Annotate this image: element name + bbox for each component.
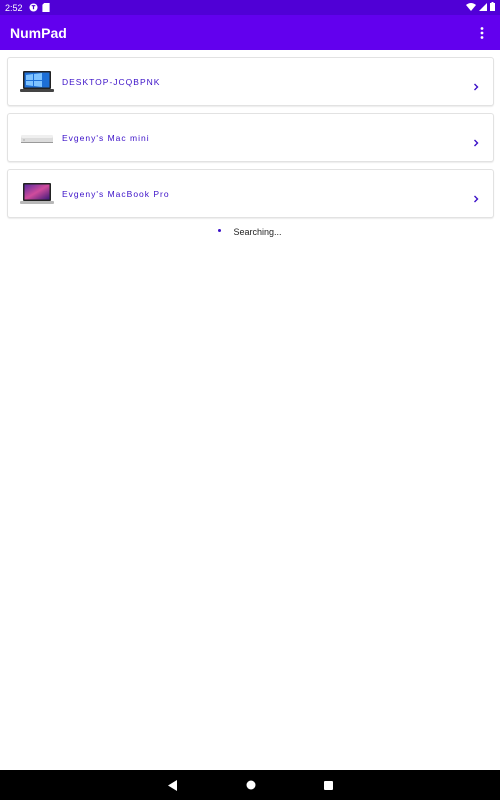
searching-indicator: Searching...: [0, 226, 500, 238]
device-item-macbook-pro[interactable]: Evgeny's MacBook Pro: [7, 169, 494, 218]
searching-label: Searching...: [233, 227, 282, 237]
battery-icon: [490, 2, 495, 13]
back-icon[interactable]: [167, 779, 178, 791]
chevron-right-icon: [471, 133, 481, 146]
windows-laptop-icon: [20, 70, 54, 93]
device-name: DESKTOP-JCQBPNK: [62, 76, 161, 87]
status-bar: 2:52: [0, 0, 500, 15]
wifi-icon: [466, 2, 476, 13]
device-list: DESKTOP-JCQBPNK Evgeny's Mac mini Evgeny…: [7, 57, 494, 225]
device-item-mac-mini[interactable]: Evgeny's Mac mini: [7, 113, 494, 162]
sd-card-icon: [41, 3, 51, 12]
app-bar: NumPad: [0, 15, 500, 50]
macbook-pro-icon: [20, 182, 54, 205]
more-vert-icon[interactable]: [474, 23, 490, 43]
navigation-bar: [0, 770, 500, 800]
translate-icon: [28, 3, 38, 12]
device-item-desktop[interactable]: DESKTOP-JCQBPNK: [7, 57, 494, 106]
progress-spinner: [218, 228, 222, 232]
chevron-right-icon: [471, 77, 481, 90]
mac-mini-icon: [20, 127, 54, 149]
signal-icon: [479, 2, 487, 13]
app-title: NumPad: [10, 24, 67, 41]
device-name: Evgeny's Mac mini: [62, 132, 150, 143]
chevron-right-icon: [471, 189, 481, 202]
recents-icon[interactable]: [323, 780, 333, 790]
device-name: Evgeny's MacBook Pro: [62, 188, 170, 199]
home-icon[interactable]: [246, 780, 256, 790]
status-time: 2:52: [5, 2, 23, 13]
